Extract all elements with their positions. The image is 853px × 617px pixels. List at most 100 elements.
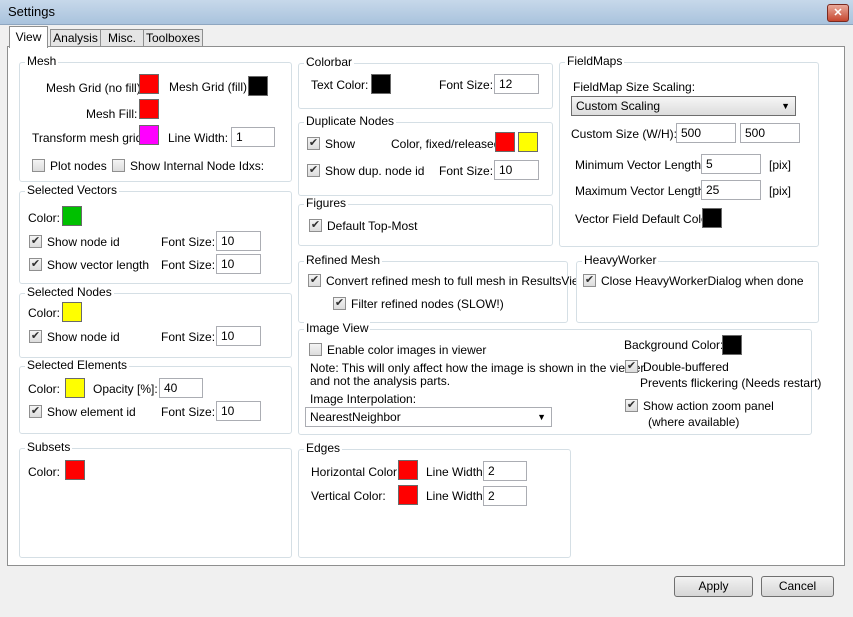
image-interpolation-dropdown[interactable]: NearestNeighbor ▼ [305,407,552,427]
close-heavyworker-label: Close HeavyWorkerDialog when done [601,274,804,288]
elements-show-id-checkbox[interactable]: ✔ [29,405,42,418]
close-button[interactable]: ✕ [827,4,849,22]
vertical-color-swatch[interactable] [398,485,418,505]
heavyworker-group [576,261,819,323]
colorbar-title: Colorbar [304,55,355,69]
chevron-down-icon: ▼ [781,101,790,111]
max-vector-length-input[interactable]: 25 [701,180,761,200]
dup-fixed-color-swatch[interactable] [495,132,515,152]
fieldmaps-title: FieldMaps [565,54,625,68]
subsets-color-label: Color: [28,465,61,479]
dup-show-checkbox[interactable]: ✔ [307,137,320,150]
colorbar-font-size-input[interactable]: 12 [494,74,539,94]
nodes-show-node-id-checkbox[interactable]: ✔ [29,330,42,343]
elements-color-swatch[interactable] [65,378,85,398]
vectors-show-node-id-label: Show node id [47,235,120,249]
dup-released-color-swatch[interactable] [518,132,538,152]
duplicate-nodes-title: Duplicate Nodes [304,114,397,128]
max-vector-length-label: Maximum Vector Length: [575,184,708,198]
heavyworker-title: HeavyWorker [582,253,659,267]
dup-show-id-label: Show dup. node id [325,164,425,178]
default-top-most-checkbox[interactable]: ✔ [309,219,322,232]
elements-color-label: Color: [28,382,61,396]
subsets-title: Subsets [25,440,73,454]
double-buffered-note: Prevents flickering (Needs restart) [640,376,822,390]
nodes-color-label: Color: [28,306,61,320]
fieldmap-size-scaling-dropdown[interactable]: Custom Scaling ▼ [571,96,796,116]
show-zoom-panel-label: Show action zoom panel [643,399,774,413]
transform-mesh-color-swatch[interactable] [139,125,159,145]
mesh-grid-fill-label: Mesh Grid (fill): [169,80,251,94]
horizontal-line-width-label: Line Width: [426,465,487,479]
vertical-line-width-label: Line Width: [426,489,487,503]
cancel-button[interactable]: Cancel [761,576,834,597]
close-heavyworker-checkbox[interactable]: ✔ [583,274,596,287]
default-top-most-label: Default Top-Most [327,219,418,233]
tab-view[interactable]: View [9,26,48,48]
custom-size-label: Custom Size (W/H): [571,127,678,141]
dup-font-size-input[interactable]: 10 [494,160,539,180]
tab-toolboxes[interactable]: Toolboxes [143,29,203,47]
nodes-color-swatch[interactable] [62,302,82,322]
mesh-grid-nofill-label: Mesh Grid (no fill): [46,81,145,95]
show-zoom-panel-note: (where available) [648,415,740,429]
tab-misc[interactable]: Misc. [100,29,144,47]
elements-opacity-input[interactable]: 40 [159,378,203,398]
min-vector-length-input[interactable]: 5 [701,154,761,174]
vectors-color-swatch[interactable] [62,206,82,226]
edges-title: Edges [304,441,343,455]
custom-width-input[interactable]: 500 [676,123,736,143]
figures-title: Figures [304,196,349,210]
max-vector-length-unit: [pix] [769,184,792,198]
background-color-label: Background Color: [624,338,724,352]
show-zoom-panel-checkbox[interactable]: ✔ [625,399,638,412]
dup-font-size-label: Font Size: [439,164,494,178]
min-vector-length-unit: [pix] [769,158,792,172]
vectors-show-length-checkbox[interactable]: ✔ [29,258,42,271]
enable-color-images-checkbox[interactable] [309,343,322,356]
convert-refined-mesh-label: Convert refined mesh to full mesh in Res… [326,274,588,288]
elements-show-id-label: Show element id [47,405,136,419]
plot-nodes-checkbox[interactable] [32,159,45,172]
elements-font-size-label: Font Size: [161,405,216,419]
subsets-color-swatch[interactable] [65,460,85,480]
mesh-grid-nofill-color-swatch[interactable] [139,74,159,94]
elements-opacity-label: Opacity [%]: [93,382,158,396]
fieldmap-size-scaling-value: Custom Scaling [576,99,661,113]
image-view-note-line1: Note: This will only affect how the imag… [310,361,645,375]
vertical-color-label: Vertical Color: [311,489,386,503]
nodes-font-size-input[interactable]: 10 [216,326,261,346]
dup-show-id-checkbox[interactable]: ✔ [307,164,320,177]
elements-font-size-input[interactable]: 10 [216,401,261,421]
double-buffered-checkbox[interactable]: ✔ [625,360,638,373]
convert-refined-mesh-checkbox[interactable]: ✔ [308,274,321,287]
mesh-grid-fill-color-swatch[interactable] [248,76,268,96]
vector-field-default-color-swatch[interactable] [702,208,722,228]
vector-field-default-color-label: Vector Field Default Color: [575,212,716,226]
selected-vectors-title: Selected Vectors [25,183,120,197]
image-view-title: Image View [304,321,371,335]
vectors-font-size-label-1: Font Size: [161,235,216,249]
show-internal-node-idxs-checkbox[interactable] [112,159,125,172]
colorbar-text-color-swatch[interactable] [371,74,391,94]
filter-refined-nodes-checkbox[interactable]: ✔ [333,297,346,310]
mesh-fill-color-swatch[interactable] [139,99,159,119]
nodes-font-size-label: Font Size: [161,330,216,344]
mesh-line-width-input[interactable]: 1 [231,127,275,147]
vectors-show-node-id-checkbox[interactable]: ✔ [29,235,42,248]
background-color-swatch[interactable] [722,335,742,355]
tab-analysis[interactable]: Analysis [50,29,101,47]
vertical-line-width-input[interactable]: 2 [483,486,527,506]
apply-button[interactable]: Apply [674,576,753,597]
dup-show-label: Show [325,137,356,151]
window-title: Settings [8,4,55,19]
horizontal-color-swatch[interactable] [398,460,418,480]
vectors-node-id-font-size-input[interactable]: 10 [216,231,261,251]
horizontal-line-width-input[interactable]: 2 [483,461,527,481]
refined-mesh-group [298,261,568,323]
vectors-show-length-label: Show vector length [47,258,150,272]
custom-height-input[interactable]: 500 [740,123,800,143]
filter-refined-nodes-label: Filter refined nodes (SLOW!) [351,297,504,311]
vectors-length-font-size-input[interactable]: 10 [216,254,261,274]
vectors-color-label: Color: [28,211,61,225]
